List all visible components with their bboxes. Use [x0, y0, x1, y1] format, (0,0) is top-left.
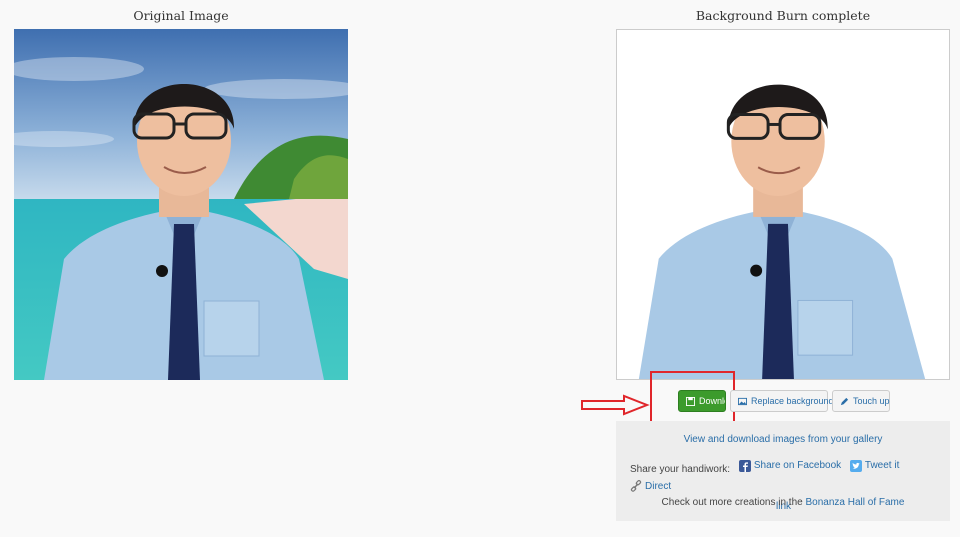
download-label: Download	[699, 396, 725, 406]
hall-of-fame-link[interactable]: Bonanza Hall of Fame	[806, 497, 905, 508]
direct-link[interactable]: Direct	[630, 478, 671, 495]
link-icon	[630, 480, 642, 492]
annotation-arrow-icon	[581, 394, 650, 416]
download-button[interactable]: Download	[678, 390, 726, 412]
tweet-link[interactable]: Tweet it	[849, 457, 899, 474]
original-image	[14, 29, 348, 380]
share-label: Share your handiwork:	[630, 463, 731, 475]
gallery-link[interactable]: View and download images from your galle…	[684, 434, 883, 445]
result-image-title: Background Burn complete	[695, 8, 871, 23]
facebook-icon	[738, 459, 751, 472]
facebook-share-link[interactable]: Share on Facebook	[738, 457, 841, 474]
touch-up-button[interactable]: Touch up	[832, 390, 890, 412]
replace-background-button[interactable]: Replace background	[730, 390, 834, 412]
image-icon	[738, 397, 747, 406]
touch-up-label: Touch up	[853, 396, 890, 406]
replace-label: Replace background	[751, 396, 834, 406]
hall-prefix: Check out more creations in the	[661, 497, 803, 508]
share-panel: View and download images from your galle…	[616, 421, 950, 521]
original-image-title: Original Image	[133, 8, 229, 23]
twitter-icon	[849, 459, 862, 472]
floppy-disk-icon	[686, 396, 695, 406]
result-image	[616, 29, 950, 380]
pencil-icon	[840, 397, 849, 406]
hall-of-fame-row: Check out more creations in the Bonanza …	[616, 497, 950, 508]
